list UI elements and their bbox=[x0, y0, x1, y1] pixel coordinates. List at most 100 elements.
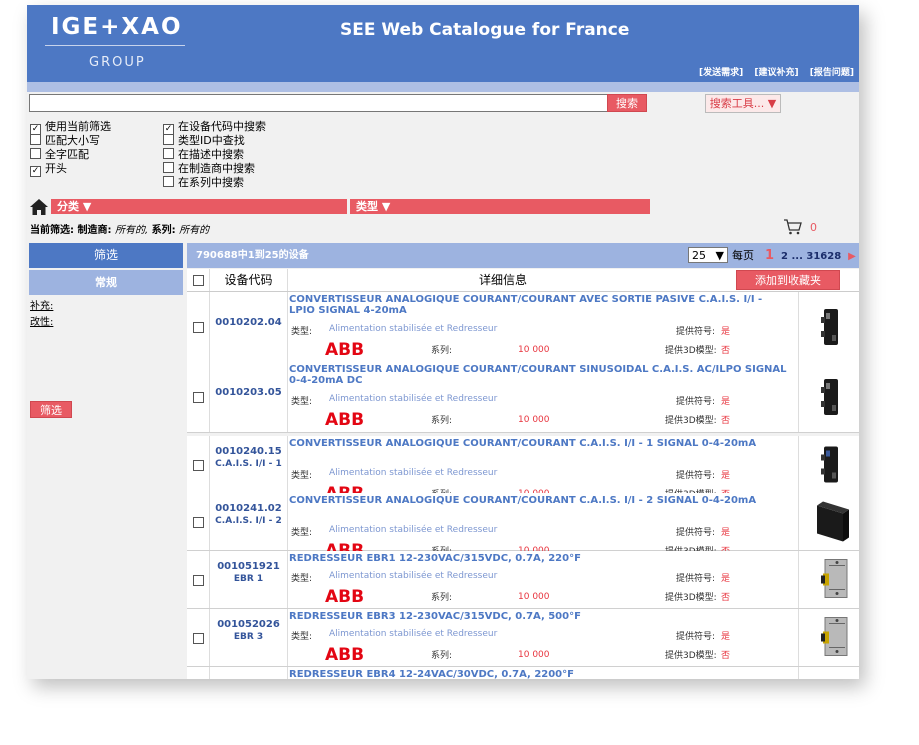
symbol-label: 提供符号: bbox=[676, 632, 716, 642]
row-checkbox[interactable] bbox=[193, 459, 204, 471]
search-right-option[interactable]: ✓ 在设备代码中搜索 bbox=[163, 120, 266, 135]
search-left-option[interactable]: 匹配大小写 bbox=[30, 134, 100, 148]
checkbox[interactable]: ✓ bbox=[30, 166, 41, 177]
series-filter-value[interactable]: 所有的 bbox=[179, 225, 209, 236]
device-detail-cell: CONVERTISSEUR ANALOGIQUE COURANT/COURANT… bbox=[288, 493, 799, 557]
row-checkbox[interactable] bbox=[193, 322, 204, 333]
sidebar-link-modification[interactable]: 改性: bbox=[30, 313, 53, 328]
header-links: [发送需求] [建议补充] [报告问题] bbox=[691, 65, 854, 78]
checkbox[interactable] bbox=[163, 162, 174, 173]
sidebar-link-supplement[interactable]: 补充: bbox=[30, 297, 53, 312]
per-page-value: 25 bbox=[692, 249, 706, 262]
sidebar-tab-filter[interactable]: 筛选 bbox=[29, 243, 183, 268]
symbol-label: 提供符号: bbox=[676, 471, 716, 481]
table-row[interactable]: 001052026 EBR 3 REDRESSEUR EBR3 12-230VAC/… bbox=[187, 609, 859, 667]
checkbox[interactable] bbox=[163, 148, 174, 159]
device-title-link[interactable]: REDRESSEUR EBR1 12-230VAC/315VDC, 0.7A, … bbox=[289, 553, 789, 564]
search-left-option[interactable]: 全字匹配 bbox=[30, 148, 89, 162]
row-checkbox[interactable] bbox=[193, 516, 204, 528]
model3d-label: 提供3D模型: bbox=[665, 346, 717, 356]
page-link-2[interactable]: 2 bbox=[781, 251, 788, 262]
search-right-option[interactable]: 在描述中搜索 bbox=[163, 148, 244, 162]
device-code-link[interactable]: 001051921 bbox=[210, 561, 287, 572]
device-image[interactable] bbox=[799, 667, 859, 679]
row-checkbox-cell bbox=[187, 551, 210, 608]
svg-text:ABB: ABB bbox=[325, 645, 364, 661]
send-request-link[interactable]: [发送需求] bbox=[699, 68, 743, 78]
converter-module-icon bbox=[817, 501, 849, 542]
type-label: 类型: bbox=[291, 327, 313, 337]
device-title-link[interactable]: CONVERTISSEUR ANALOGIQUE COURANT/COURANT… bbox=[289, 495, 789, 506]
sidebar-filter-button[interactable]: 筛选 bbox=[30, 401, 72, 418]
per-page-label: 每页 bbox=[732, 249, 754, 262]
suggest-link[interactable]: [建议补充] bbox=[754, 68, 798, 78]
device-image[interactable] bbox=[799, 362, 859, 432]
series-label: 系列: bbox=[431, 416, 453, 426]
search-right-option[interactable]: 在系列中搜索 bbox=[163, 176, 244, 190]
cart-count: 0 bbox=[810, 221, 817, 234]
row-checkbox[interactable] bbox=[193, 632, 204, 644]
search-right-option[interactable]: 在制造商中搜索 bbox=[163, 162, 255, 176]
checkbox[interactable] bbox=[30, 148, 41, 159]
type-filter-dropdown[interactable]: 类型 ▼ bbox=[350, 199, 650, 214]
device-image[interactable] bbox=[799, 436, 859, 493]
next-page-icon[interactable]: ▶ bbox=[848, 251, 856, 262]
page-link-last[interactable]: 31628 bbox=[806, 251, 841, 262]
sidebar-section-general[interactable]: 常规 bbox=[29, 270, 183, 295]
add-to-favorites-button[interactable]: 添加到收藏夹 bbox=[736, 270, 840, 290]
search-tools-dropdown[interactable]: 搜索工具... ▼ bbox=[705, 94, 781, 113]
device-code-link[interactable]: 001052026 bbox=[210, 619, 287, 630]
search-button[interactable]: 搜索 bbox=[607, 94, 647, 112]
table-row[interactable]: 0010240.15 C.A.I.S. I/I - 1 CONVERTISSEUR … bbox=[187, 436, 859, 500]
category-filter-dropdown[interactable]: 分类 ▼ bbox=[51, 199, 347, 214]
home-icon[interactable] bbox=[29, 198, 49, 216]
device-title-link[interactable]: REDRESSEUR EBR4 12-24VAC/30VDC, 0.7A, 22… bbox=[289, 669, 789, 679]
logo-subtitle: GROUP bbox=[89, 55, 146, 70]
table-row[interactable]: 001051921 EBR 1 REDRESSEUR EBR1 12-230VAC/… bbox=[187, 551, 859, 609]
search-left-option[interactable]: ✓ 使用当前筛选 bbox=[30, 120, 111, 135]
device-detail-cell: CONVERTISSEUR ANALOGIQUE COURANT/COURANT… bbox=[288, 436, 799, 500]
checkbox[interactable] bbox=[30, 134, 41, 145]
device-image[interactable] bbox=[799, 609, 859, 666]
type-label: 类型: bbox=[291, 632, 313, 642]
checkbox[interactable] bbox=[163, 176, 174, 187]
device-title-link[interactable]: CONVERTISSEUR ANALOGIQUE COURANT/COURANT… bbox=[289, 364, 789, 386]
logo-divider bbox=[45, 45, 185, 46]
series-value: 10 000 bbox=[518, 650, 550, 660]
select-all-checkbox[interactable] bbox=[193, 275, 204, 286]
device-image[interactable] bbox=[799, 493, 859, 550]
device-title-link[interactable]: CONVERTISSEUR ANALOGIQUE COURANT/COURANT… bbox=[289, 438, 789, 449]
device-title-link[interactable]: REDRESSEUR EBR3 12-230VAC/315VDC, 0.7A, … bbox=[289, 611, 789, 622]
cart-icon[interactable] bbox=[783, 218, 803, 236]
device-code-link[interactable]: 0010241.02 bbox=[210, 503, 287, 514]
table-row[interactable]: 0010202.04 CONVERTISSEUR ANALOGIQUE COURA… bbox=[187, 292, 859, 363]
row-checkbox[interactable] bbox=[193, 392, 204, 403]
per-page-select[interactable]: 25 ▼ bbox=[688, 247, 728, 263]
model3d-label: 提供3D模型: bbox=[665, 593, 717, 603]
table-row[interactable]: 001052110REDRESSEUR EBR4 12-24VAC/30VDC,… bbox=[187, 667, 859, 679]
option-label: 在系列中搜索 bbox=[178, 176, 244, 189]
type-label: 类型: bbox=[291, 471, 313, 481]
manufacturer-filter-value[interactable]: 所有的, bbox=[115, 225, 148, 236]
search-input[interactable] bbox=[29, 94, 609, 112]
search-right-option[interactable]: 类型ID中查找 bbox=[163, 134, 245, 148]
results-bar: 790688中1到25的设备 25 ▼ 每页 1 2 ... 31628 ▶ bbox=[187, 243, 859, 268]
row-checkbox[interactable] bbox=[193, 574, 204, 586]
symbol-label: 提供符号: bbox=[676, 327, 716, 337]
device-image[interactable] bbox=[799, 292, 859, 362]
page-current[interactable]: 1 bbox=[765, 248, 774, 263]
device-image[interactable] bbox=[799, 551, 859, 608]
device-code-link[interactable]: 0010240.15 bbox=[210, 446, 287, 457]
checkbox[interactable] bbox=[163, 134, 174, 145]
device-title-link[interactable]: CONVERTISSEUR ANALOGIQUE COURANT/COURANT… bbox=[289, 294, 789, 316]
svg-text:ABB: ABB bbox=[325, 340, 364, 356]
page-ellipsis: ... bbox=[791, 251, 803, 262]
report-issue-link[interactable]: [报告问题] bbox=[810, 68, 854, 78]
table-row[interactable]: 0010203.05 CONVERTISSEUR ANALOGIQUE COURA… bbox=[187, 362, 859, 433]
device-code-link[interactable]: 0010203.05 bbox=[210, 387, 287, 398]
table-row[interactable]: 0010241.02 C.A.I.S. I/I - 2 CONVERTISSEUR … bbox=[187, 493, 859, 557]
type-value: Alimentation stabilisée et Redresseur bbox=[329, 468, 498, 478]
type-value: Alimentation stabilisée et Redresseur bbox=[329, 324, 498, 334]
search-left-option[interactable]: ✓ 开头 bbox=[30, 162, 67, 177]
device-code-link[interactable]: 0010202.04 bbox=[210, 317, 287, 328]
